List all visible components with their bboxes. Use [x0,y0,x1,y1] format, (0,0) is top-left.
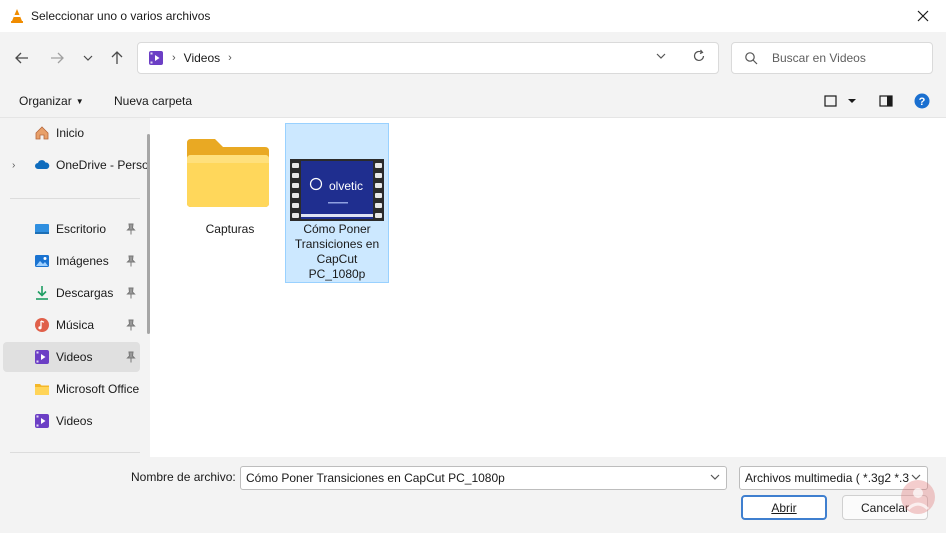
title-bar: Seleccionar uno o varios archivos [0,0,946,32]
folder-icon [187,139,269,207]
breadcrumb-separator[interactable]: › [228,52,232,64]
sidebar-item-label: Inicio [56,126,85,140]
sidebar-item-videos-2[interactable]: Videos [3,406,140,436]
video-thumbnail: olvetic [290,159,384,221]
search-input[interactable]: Buscar en Videos [731,42,933,74]
chevron-down-icon[interactable] [77,47,99,69]
pin-icon[interactable] [126,351,136,363]
sidebar-item-videos[interactable]: Videos [3,342,140,372]
sidebar-item-label: OneDrive - Perso [56,158,149,172]
navigation-bar: › Videos › Buscar en Videos [0,32,946,84]
refresh-icon[interactable] [692,49,706,67]
pin-icon[interactable] [126,255,136,267]
caret-down-icon: ▼ [75,97,84,106]
pin-icon[interactable] [126,319,136,331]
file-name: Capturas [205,222,255,236]
downloads-icon [36,286,48,300]
sidebar-item-label: Escritorio [56,222,107,236]
file-name: Cómo Poner Transiciones en CapCut PC_108… [294,222,380,281]
svg-text:?: ? [919,96,926,108]
footer-bar: Nombre de archivo: Cómo Poner Transicion… [0,457,946,533]
sidebar-item-label: Descargas [56,286,114,300]
desktop-icon [35,224,49,234]
organize-label: Organizar [19,94,72,108]
filename-field[interactable]: Cómo Poner Transiciones en CapCut PC_108… [240,466,727,490]
onedrive-icon [35,160,50,169]
search-icon [745,52,758,65]
sidebar-item-onedrive[interactable]: › OneDrive - Perso [3,150,149,180]
filter-value: Archivos multimedia ( *.3g2 *.3 [745,471,910,485]
sidebar-item-label: Videos [56,414,93,428]
pin-icon[interactable] [126,287,136,299]
new-folder-button[interactable]: Nueva carpeta [114,94,192,108]
command-bar: Organizar ▼ Nueva carpeta ? [0,84,946,118]
file-list: Capturas olvetic Cómo Poner Transiciones… [158,118,946,457]
forward-arrow-icon[interactable] [46,47,68,69]
sidebar-item-microsoft-office[interactable]: Microsoft Office [3,374,140,404]
videos-icon [35,414,49,428]
folder-icon [35,384,49,395]
sidebar-item-label: Imágenes [56,254,109,268]
back-arrow-icon[interactable] [11,47,33,69]
filename-value: Cómo Poner Transiciones en CapCut PC_108… [246,471,505,485]
home-icon [35,126,49,140]
sidebar-divider [10,452,140,453]
vlc-app-icon [11,9,23,23]
close-icon[interactable] [900,0,946,32]
breadcrumb-separator: › [172,52,176,64]
sidebar-item-label: Música [56,318,95,332]
sidebar-divider [10,198,140,199]
view-layout-icon[interactable] [824,95,860,110]
pictures-icon [35,255,49,267]
sidebar-scrollbar[interactable] [147,134,150,334]
navigation-pane: Inicio › OneDrive - Perso Escritorio Imá… [0,118,150,457]
address-history-dropdown[interactable] [656,51,666,64]
music-icon [35,318,49,332]
sidebar-item-escritorio[interactable]: Escritorio [3,214,140,244]
chevron-right-icon[interactable]: › [12,160,15,171]
sidebar-item-descargas[interactable]: Descargas [3,278,140,308]
file-item-video[interactable]: olvetic Cómo Poner Transiciones en CapCu… [285,123,389,283]
videos-icon [35,350,49,364]
search-placeholder: Buscar en Videos [772,51,866,65]
filename-label: Nombre de archivo: [131,470,236,484]
sidebar-item-musica[interactable]: Música [3,310,140,340]
open-button[interactable]: Abrir [741,495,827,520]
sidebar-item-imagenes[interactable]: Imágenes [3,246,140,276]
organize-button[interactable]: Organizar ▼ [19,94,84,108]
videos-icon [149,51,163,65]
up-arrow-icon[interactable] [106,47,128,69]
open-label: Abrir [771,500,797,515]
preview-pane-icon[interactable] [879,95,893,110]
watermark-logo [901,480,935,514]
pin-icon[interactable] [126,223,136,235]
new-folder-label: Nueva carpeta [114,94,193,108]
sidebar-item-label: Videos [56,350,93,364]
sidebar-item-label: Microsoft Office [56,382,140,396]
chevron-down-icon[interactable] [710,472,720,484]
window-title: Seleccionar uno o varios archivos [31,9,211,23]
address-bar[interactable]: › Videos › [137,42,719,74]
file-item-capturas[interactable]: Capturas [178,123,282,283]
thumbnail-brand-text: olvetic [329,179,363,193]
sidebar-item-inicio[interactable]: Inicio [3,118,140,148]
breadcrumb-videos[interactable]: Videos [184,51,220,65]
help-icon[interactable]: ? [914,93,930,112]
